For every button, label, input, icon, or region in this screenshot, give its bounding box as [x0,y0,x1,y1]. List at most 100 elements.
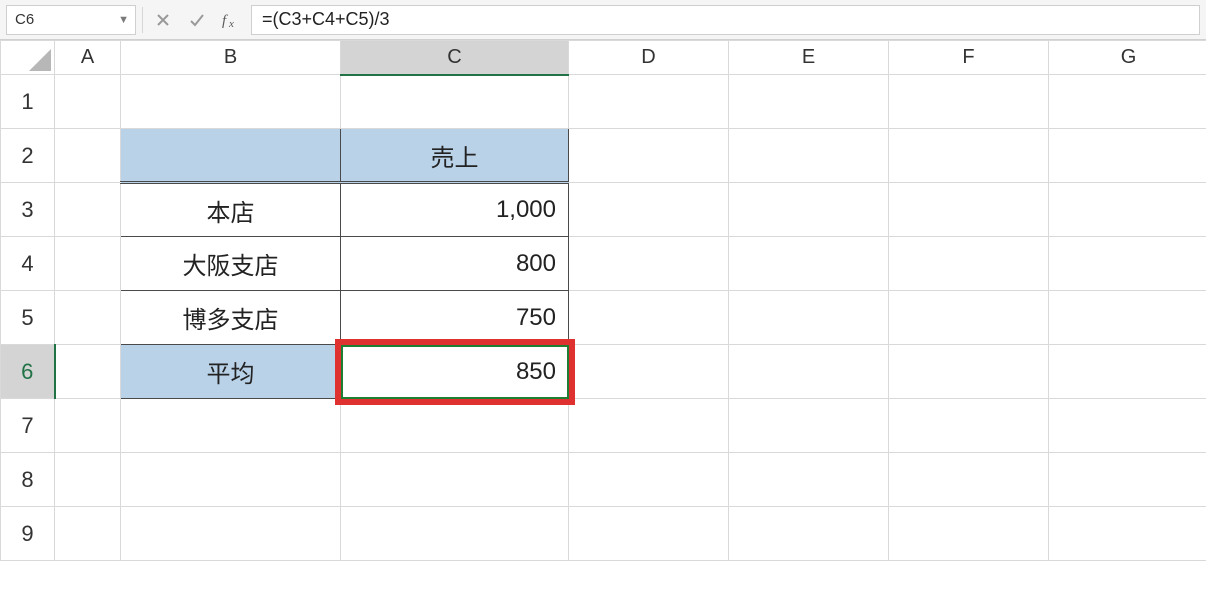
cell-D9[interactable] [569,507,729,561]
cell-C8[interactable] [341,453,569,507]
col-head-D[interactable]: D [569,41,729,75]
cell-E6[interactable] [729,345,889,399]
cell-E2[interactable] [729,129,889,183]
cell-A1[interactable] [55,75,121,129]
name-box-value: C6 [15,11,34,28]
formula-input[interactable]: =(C3+C4+C5)/3 [251,5,1200,35]
name-box[interactable]: C6 ▼ [6,5,136,35]
cell-A8[interactable] [55,453,121,507]
cell-B5[interactable]: 博多支店 [121,291,341,345]
cell-C3[interactable]: 1,000 [341,183,569,237]
svg-text:x: x [228,18,234,29]
cell-G5[interactable] [1049,291,1206,345]
cell-B1[interactable] [121,75,341,129]
cell-A3[interactable] [55,183,121,237]
cell-E1[interactable] [729,75,889,129]
cell-C6[interactable]: 850 [341,345,569,399]
cell-B6[interactable]: 平均 [121,345,341,399]
cell-G3[interactable] [1049,183,1206,237]
cell-G1[interactable] [1049,75,1206,129]
fx-icon[interactable]: f x [217,6,245,34]
col-head-E[interactable]: E [729,41,889,75]
cell-G2[interactable] [1049,129,1206,183]
cell-E8[interactable] [729,453,889,507]
cell-F7[interactable] [889,399,1049,453]
cell-C1[interactable] [341,75,569,129]
col-head-A[interactable]: A [55,41,121,75]
cell-E9[interactable] [729,507,889,561]
cell-C7[interactable] [341,399,569,453]
separator [142,7,143,33]
cell-A6[interactable] [55,345,121,399]
cell-D7[interactable] [569,399,729,453]
sheet-table: A B C D E F G 1 2 売上 [0,40,1206,561]
cell-E5[interactable] [729,291,889,345]
cell-A5[interactable] [55,291,121,345]
row-head-1[interactable]: 1 [1,75,55,129]
formula-bar: C6 ▼ f x =(C3+C4+C5)/3 [0,0,1206,40]
cell-F8[interactable] [889,453,1049,507]
select-all-corner[interactable] [1,41,55,75]
tbl-row-value: 1,000 [496,196,556,223]
cell-A4[interactable] [55,237,121,291]
cell-E3[interactable] [729,183,889,237]
cell-C2[interactable]: 売上 [341,129,569,183]
cell-G7[interactable] [1049,399,1206,453]
cell-A7[interactable] [55,399,121,453]
cell-A9[interactable] [55,507,121,561]
row-head-5[interactable]: 5 [1,291,55,345]
cell-B4[interactable]: 大阪支店 [121,237,341,291]
spreadsheet-grid: A B C D E F G 1 2 売上 [0,40,1206,561]
cell-B2[interactable] [121,129,341,183]
row-head-2[interactable]: 2 [1,129,55,183]
cancel-icon[interactable] [149,6,177,34]
tbl-header-value: 売上 [431,145,479,172]
cell-F3[interactable] [889,183,1049,237]
formula-text: =(C3+C4+C5)/3 [262,9,390,30]
col-head-B[interactable]: B [121,41,341,75]
tbl-footer-label: 平均 [207,361,255,388]
cell-D3[interactable] [569,183,729,237]
row-head-7[interactable]: 7 [1,399,55,453]
cell-F2[interactable] [889,129,1049,183]
cell-B9[interactable] [121,507,341,561]
cell-D4[interactable] [569,237,729,291]
row-head-3[interactable]: 3 [1,183,55,237]
cell-B8[interactable] [121,453,341,507]
cell-G4[interactable] [1049,237,1206,291]
cell-E7[interactable] [729,399,889,453]
cell-D8[interactable] [569,453,729,507]
cell-F4[interactable] [889,237,1049,291]
cell-B7[interactable] [121,399,341,453]
cell-C5[interactable]: 750 [341,291,569,345]
cell-A2[interactable] [55,129,121,183]
row-head-6[interactable]: 6 [1,345,55,399]
row-head-9[interactable]: 9 [1,507,55,561]
cell-D2[interactable] [569,129,729,183]
cell-F5[interactable] [889,291,1049,345]
row-head-4[interactable]: 4 [1,237,55,291]
col-head-C[interactable]: C [341,41,569,75]
cell-C4[interactable]: 800 [341,237,569,291]
cell-E4[interactable] [729,237,889,291]
svg-text:f: f [222,13,228,29]
tbl-row-value: 750 [516,304,556,331]
cell-B3[interactable]: 本店 [121,183,341,237]
cell-D1[interactable] [569,75,729,129]
col-head-G[interactable]: G [1049,41,1206,75]
enter-icon[interactable] [183,6,211,34]
cell-F1[interactable] [889,75,1049,129]
tbl-row-label: 本店 [207,200,255,227]
cell-G6[interactable] [1049,345,1206,399]
row-head-8[interactable]: 8 [1,453,55,507]
cell-G8[interactable] [1049,453,1206,507]
cell-D5[interactable] [569,291,729,345]
tbl-row-value: 800 [516,250,556,277]
cell-F9[interactable] [889,507,1049,561]
col-head-F[interactable]: F [889,41,1049,75]
cell-G9[interactable] [1049,507,1206,561]
cell-C9[interactable] [341,507,569,561]
cell-F6[interactable] [889,345,1049,399]
chevron-down-icon: ▼ [118,14,129,26]
cell-D6[interactable] [569,345,729,399]
